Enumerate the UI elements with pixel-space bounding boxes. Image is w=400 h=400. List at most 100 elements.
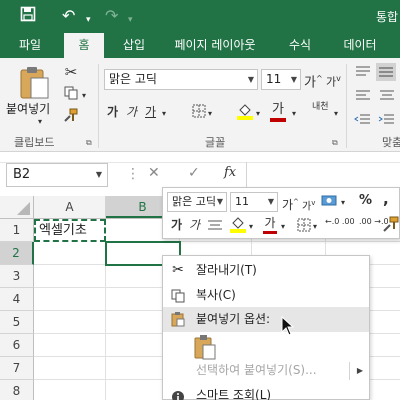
tab-formulas[interactable]: 수식 xyxy=(278,33,322,58)
indent-decrease-icon[interactable] xyxy=(354,112,372,128)
cancel-icon[interactable]: ✕ xyxy=(148,165,160,181)
increase-decimal-button[interactable]: ←.0 .00 xyxy=(325,218,355,226)
increase-font-icon[interactable]: 가^ xyxy=(304,71,323,91)
chevron-down-icon: ▼ xyxy=(290,75,297,84)
accounting-dropdown-icon[interactable]: ▾ xyxy=(341,195,345,211)
decrease-font-icon[interactable]: 가v xyxy=(302,195,315,215)
mini-italic-button[interactable]: 가 xyxy=(189,217,200,233)
row-header-3[interactable]: 3 xyxy=(0,265,34,288)
align-left-icon[interactable] xyxy=(354,88,372,104)
menu-item-copy[interactable]: 복사(C) xyxy=(163,283,369,308)
font-color-glyph: 가 xyxy=(272,102,284,117)
tab-file[interactable]: 파일 xyxy=(8,33,52,58)
tab-data[interactable]: 데이터 xyxy=(334,33,386,58)
font-launcher-icon[interactable]: ⧉ xyxy=(332,138,338,148)
font-size-dropdown[interactable]: 11 ▼ xyxy=(261,69,301,90)
select-all-button[interactable] xyxy=(0,196,34,218)
row-header-7[interactable]: 7 xyxy=(0,357,34,380)
mini-font-size-value: 11 xyxy=(235,195,249,208)
tab-home[interactable]: 홈 xyxy=(64,33,104,58)
percent-button[interactable]: % xyxy=(359,193,372,209)
border-dropdown-icon[interactable]: ▾ xyxy=(208,106,212,122)
menu-item-paste-options[interactable]: 붙여넣기 옵션: xyxy=(163,307,369,332)
mini-font-name-value: 맑은 고딕 xyxy=(172,195,216,208)
mouse-cursor-icon xyxy=(281,315,295,336)
cell-a1[interactable]: 엑셀기초 xyxy=(34,219,106,242)
paste-label[interactable]: 붙여넣기 xyxy=(6,100,50,117)
copy-dropdown-icon[interactable]: ▾ xyxy=(82,88,86,104)
undo-icon[interactable]: ↶ xyxy=(62,6,75,26)
mini-border-dropdown-icon[interactable]: ▾ xyxy=(313,219,317,235)
chevron-down-icon: ▼ xyxy=(216,193,223,211)
menu-item-cut[interactable]: ✂ 잘라내기(T) xyxy=(163,258,369,283)
border-icon[interactable] xyxy=(192,104,206,122)
row-header-6[interactable]: 6 xyxy=(0,334,34,357)
row-header-1[interactable]: 1 xyxy=(0,219,34,242)
window-title: 통합 xyxy=(376,10,399,24)
clipboard-launcher-icon[interactable]: ⧉ xyxy=(86,138,92,148)
divider xyxy=(246,162,247,188)
font-color-icon[interactable]: 가 xyxy=(270,102,286,122)
align-center-icon[interactable] xyxy=(378,88,396,104)
paste-option-icon[interactable] xyxy=(193,334,217,360)
mini-font-color-glyph: 가 xyxy=(264,216,276,230)
menu-item-smart-lookup[interactable]: 스마트 조회(L) xyxy=(163,383,369,400)
confirm-icon[interactable]: ✓ xyxy=(188,165,200,181)
font-name-dropdown[interactable]: 맑은 고딕 ▼ xyxy=(104,69,258,90)
paste-button[interactable] xyxy=(18,64,52,100)
divider xyxy=(349,362,350,380)
save-icon[interactable] xyxy=(20,6,36,27)
mini-font-name-dropdown[interactable]: 맑은 고딕 ▼ xyxy=(167,192,227,212)
menu-item-label: 스마트 조회(L) xyxy=(196,388,272,400)
bold-button[interactable]: 가 xyxy=(107,104,118,120)
indent-increase-icon[interactable] xyxy=(378,112,396,128)
fill-color-dropdown-icon[interactable]: ▾ xyxy=(256,106,260,122)
row-header-5[interactable]: 5 xyxy=(0,311,34,334)
info-icon xyxy=(170,388,186,400)
mini-fill-color-icon[interactable] xyxy=(229,215,247,233)
mini-fill-dropdown-icon[interactable]: ▾ xyxy=(249,219,253,235)
phonetic-button[interactable]: 내천 xyxy=(312,102,329,112)
paste-dropdown-icon[interactable]: ▾ xyxy=(38,114,42,130)
mini-bold-button[interactable]: 가 xyxy=(171,217,182,233)
context-menu: ✂ 잘라내기(T) 복사(C) 붙여넣기 옵션: 선택하여 붙여넣기(S)...… xyxy=(162,255,370,400)
chevron-down-icon: ▼ xyxy=(95,170,102,179)
row-header-8[interactable]: 8 xyxy=(0,380,34,400)
row-header-2[interactable]: 2 xyxy=(0,242,34,265)
fill-color-icon[interactable] xyxy=(236,102,254,124)
align-middle-icon[interactable] xyxy=(376,63,396,81)
scissors-icon[interactable]: ✂ xyxy=(62,64,80,80)
accounting-format-icon[interactable] xyxy=(321,193,341,209)
mini-font-color-dropdown-icon[interactable]: ▾ xyxy=(281,219,285,235)
more-options-icon[interactable]: ⋮ xyxy=(126,166,140,182)
font-color-dropdown-icon[interactable]: ▾ xyxy=(292,106,296,122)
comma-button[interactable]: , xyxy=(383,191,389,207)
tab-insert[interactable]: 삽입 xyxy=(114,33,154,58)
clipboard-group-label: 클립보드 xyxy=(14,136,55,149)
insert-function-button[interactable]: fx xyxy=(224,165,236,181)
undo-dropdown-icon[interactable]: ▾ xyxy=(86,10,91,30)
decrease-font-icon[interactable]: 가v xyxy=(326,71,341,91)
mini-font-color-icon[interactable]: 가 xyxy=(263,215,277,234)
menu-item-paste-special[interactable]: 선택하여 붙여넣기(S)... ▶ xyxy=(163,358,369,383)
mini-font-size-dropdown[interactable]: 11 ▼ xyxy=(230,192,278,212)
format-painter-icon[interactable] xyxy=(62,108,80,126)
redo-dropdown-icon[interactable]: ▾ xyxy=(128,10,133,30)
mini-format-painter-icon[interactable] xyxy=(383,216,399,232)
name-box[interactable]: B2 ▼ xyxy=(6,163,108,187)
ribbon-tabs: 파일 홈 삽입 페이지 레이아웃 수식 데이터 xyxy=(0,33,400,58)
column-header-a[interactable]: A xyxy=(34,196,106,218)
underline-dropdown-icon[interactable]: ▾ xyxy=(162,106,166,122)
formula-input[interactable] xyxy=(248,163,400,187)
italic-button[interactable]: 가 xyxy=(126,104,137,120)
mini-align-center-icon[interactable] xyxy=(207,218,223,232)
phonetic-dropdown-icon[interactable]: ▾ xyxy=(334,106,338,122)
mini-border-icon[interactable] xyxy=(297,218,311,232)
row-header-4[interactable]: 4 xyxy=(0,288,34,311)
underline-button[interactable]: 가 xyxy=(145,104,156,120)
align-top-icon[interactable] xyxy=(354,64,372,80)
copy-icon[interactable] xyxy=(62,86,80,104)
redo-icon[interactable]: ↷ xyxy=(105,6,118,26)
tab-page-layout[interactable]: 페이지 레이아웃 xyxy=(166,33,264,58)
increase-font-icon[interactable]: 가^ xyxy=(282,194,299,213)
